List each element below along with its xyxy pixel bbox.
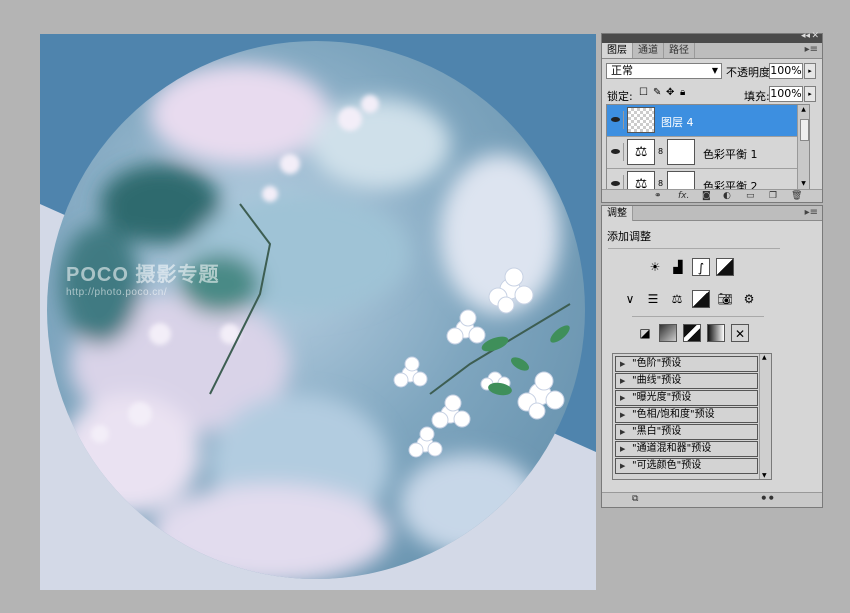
preset-item[interactable]: "色阶"预设 (615, 356, 758, 372)
layers-panel: ◂◂ ✕ 图层 通道 路径 ▸≡ 正常 ▼ 不透明度: 100% ▸ 锁定: ☐… (601, 31, 823, 203)
exposure-icon[interactable] (716, 258, 734, 276)
visibility-eye-icon[interactable] (609, 143, 624, 161)
blend-mode-select[interactable]: 正常 ▼ (606, 63, 722, 79)
layer-style-icon[interactable]: fx. (678, 191, 689, 201)
watermark-brand: POCO 摄影专题 (66, 264, 220, 286)
collapse-icon[interactable]: ◂◂ (801, 31, 810, 41)
layers-list: 图层 4 ⚖ 8 色彩平衡 1 ⚖ 8 色彩平衡 2 ▲ ▼ (606, 104, 810, 190)
layers-tabs: 图层 通道 路径 ▸≡ (602, 43, 822, 59)
preset-item[interactable]: "通道混和器"预设 (615, 441, 758, 457)
lock-move-icon[interactable]: ✥ (666, 87, 674, 98)
chain-link-icon: 8 (658, 147, 664, 156)
tab-layers[interactable]: 图层 (602, 43, 633, 58)
brightness-contrast-icon[interactable]: ☀ (646, 258, 664, 276)
new-adjustment-icon[interactable]: ◐ (723, 191, 731, 201)
photo-filter-icon[interactable]: 📷︎ (716, 290, 734, 308)
visibility-eye-icon[interactable] (609, 111, 624, 129)
black-white-icon[interactable] (692, 290, 710, 308)
fill-slider-button[interactable]: ▸ (804, 86, 816, 102)
layer-row[interactable]: ⚖ 8 色彩平衡 2 (607, 169, 797, 189)
color-balance-icon[interactable]: ⚖ (668, 290, 686, 308)
new-layer-icon[interactable]: ❐ (769, 191, 777, 201)
lock-brush-icon[interactable]: ✎ (653, 87, 661, 98)
preset-item[interactable]: "可选颜色"预设 (615, 458, 758, 474)
visibility-eye-icon[interactable] (609, 175, 624, 189)
lock-label: 锁定: (607, 90, 633, 103)
link-layers-icon[interactable]: ⚭ (654, 191, 662, 201)
watermark: POCO 摄影专题 http://photo.poco.cn/ (66, 258, 219, 298)
layers-scrollbar[interactable]: ▲ ▼ (797, 105, 809, 189)
scroll-thumb[interactable] (800, 119, 809, 141)
delete-layer-icon[interactable]: 🗑︎ (791, 191, 802, 201)
document-canvas[interactable] (40, 34, 596, 590)
fill-input[interactable]: 100% (769, 86, 803, 102)
watermark-url: http://photo.poco.cn/ (66, 287, 168, 298)
preset-item[interactable]: "曲线"预设 (615, 373, 758, 389)
scroll-up-icon[interactable]: ▲ (798, 105, 809, 115)
layer-mask-thumbnail (667, 139, 695, 165)
return-to-list-icon[interactable]: ⧉ (632, 494, 638, 504)
scroll-up-icon[interactable]: ▲ (762, 354, 767, 361)
canvas-artwork (40, 34, 596, 590)
adjustments-heading: 添加调整 (607, 230, 651, 243)
tab-adjustments[interactable]: 调整 (602, 206, 633, 221)
adjustments-panel: 调整 ▸≡ 添加调整 ☀ ▟ ∫ ∨ ☰ ⚖ 📷︎ ⚙ ◪ ✕ "色阶"预设 "… (601, 205, 823, 508)
layer-mask-thumbnail (667, 171, 695, 189)
adjustments-footer: ⧉ ⚫⚫ (602, 492, 822, 507)
preset-item[interactable]: "色相/饱和度"预设 (615, 407, 758, 423)
scroll-down-icon[interactable]: ▼ (798, 179, 809, 189)
chain-link-icon: 8 (658, 179, 664, 188)
layer-name[interactable]: 色彩平衡 1 (703, 146, 758, 162)
gradient-map-icon[interactable] (707, 324, 725, 342)
selective-color-icon[interactable]: ✕ (731, 324, 749, 342)
layer-row[interactable]: 图层 4 (607, 105, 797, 137)
close-icon[interactable]: ✕ (811, 31, 819, 41)
opacity-slider-button[interactable]: ▸ (804, 63, 816, 79)
invert-icon[interactable]: ◪ (636, 324, 654, 342)
panel-menu-icon[interactable]: ▸≡ (805, 207, 818, 218)
posterize-icon[interactable] (659, 324, 677, 342)
layer-name[interactable]: 图层 4 (661, 114, 694, 130)
presets-scrollbar[interactable]: ▲ ▼ (759, 354, 771, 479)
opacity-label: 不透明度: (726, 66, 774, 79)
layer-thumbnail (627, 107, 655, 133)
new-group-icon[interactable]: ▭ (746, 191, 755, 201)
levels-icon[interactable]: ▟ (669, 258, 687, 276)
tab-channels[interactable]: 通道 (633, 43, 664, 58)
curves-icon[interactable]: ∫ (692, 258, 710, 276)
hue-saturation-icon[interactable]: ☰ (644, 290, 662, 308)
layers-footer: ⚭ fx. ◙ ◐ ▭ ❐ 🗑︎ (602, 189, 822, 202)
color-balance-adjustment-icon: ⚖ (627, 139, 655, 165)
tab-paths[interactable]: 路径 (664, 43, 695, 58)
vibrance-icon[interactable]: ∨ (621, 290, 639, 308)
panel-menu-icon[interactable]: ▸≡ (805, 44, 818, 55)
fill-label: 填充: (744, 90, 770, 103)
lock-transparency-icon[interactable]: ☐ (639, 87, 648, 98)
divider (608, 248, 780, 249)
threshold-icon[interactable] (683, 324, 701, 342)
clip-to-layer-icon[interactable]: ⚫⚫ (760, 494, 775, 504)
layer-row[interactable]: ⚖ 8 色彩平衡 1 (607, 137, 797, 169)
scroll-down-icon[interactable]: ▼ (762, 472, 767, 479)
blend-mode-value: 正常 (611, 64, 633, 77)
preset-item[interactable]: "黑白"预设 (615, 424, 758, 440)
layers-panel-titlebar[interactable]: ◂◂ ✕ (602, 31, 822, 43)
channel-mixer-icon[interactable]: ⚙ (740, 290, 758, 308)
presets-list: "色阶"预设 "曲线"预设 "曝光度"预设 "色相/饱和度"预设 "黑白"预设 … (612, 353, 772, 480)
lock-all-icon[interactable]: 🔒︎ (680, 87, 685, 98)
opacity-input[interactable]: 100% (769, 63, 803, 79)
adjustments-tabs: 调整 ▸≡ (602, 206, 822, 221)
preset-item[interactable]: "曝光度"预设 (615, 390, 758, 406)
divider (632, 316, 764, 317)
color-balance-adjustment-icon: ⚖ (627, 171, 655, 189)
add-mask-icon[interactable]: ◙ (702, 191, 711, 201)
dropdown-arrow-icon: ▼ (711, 66, 718, 75)
